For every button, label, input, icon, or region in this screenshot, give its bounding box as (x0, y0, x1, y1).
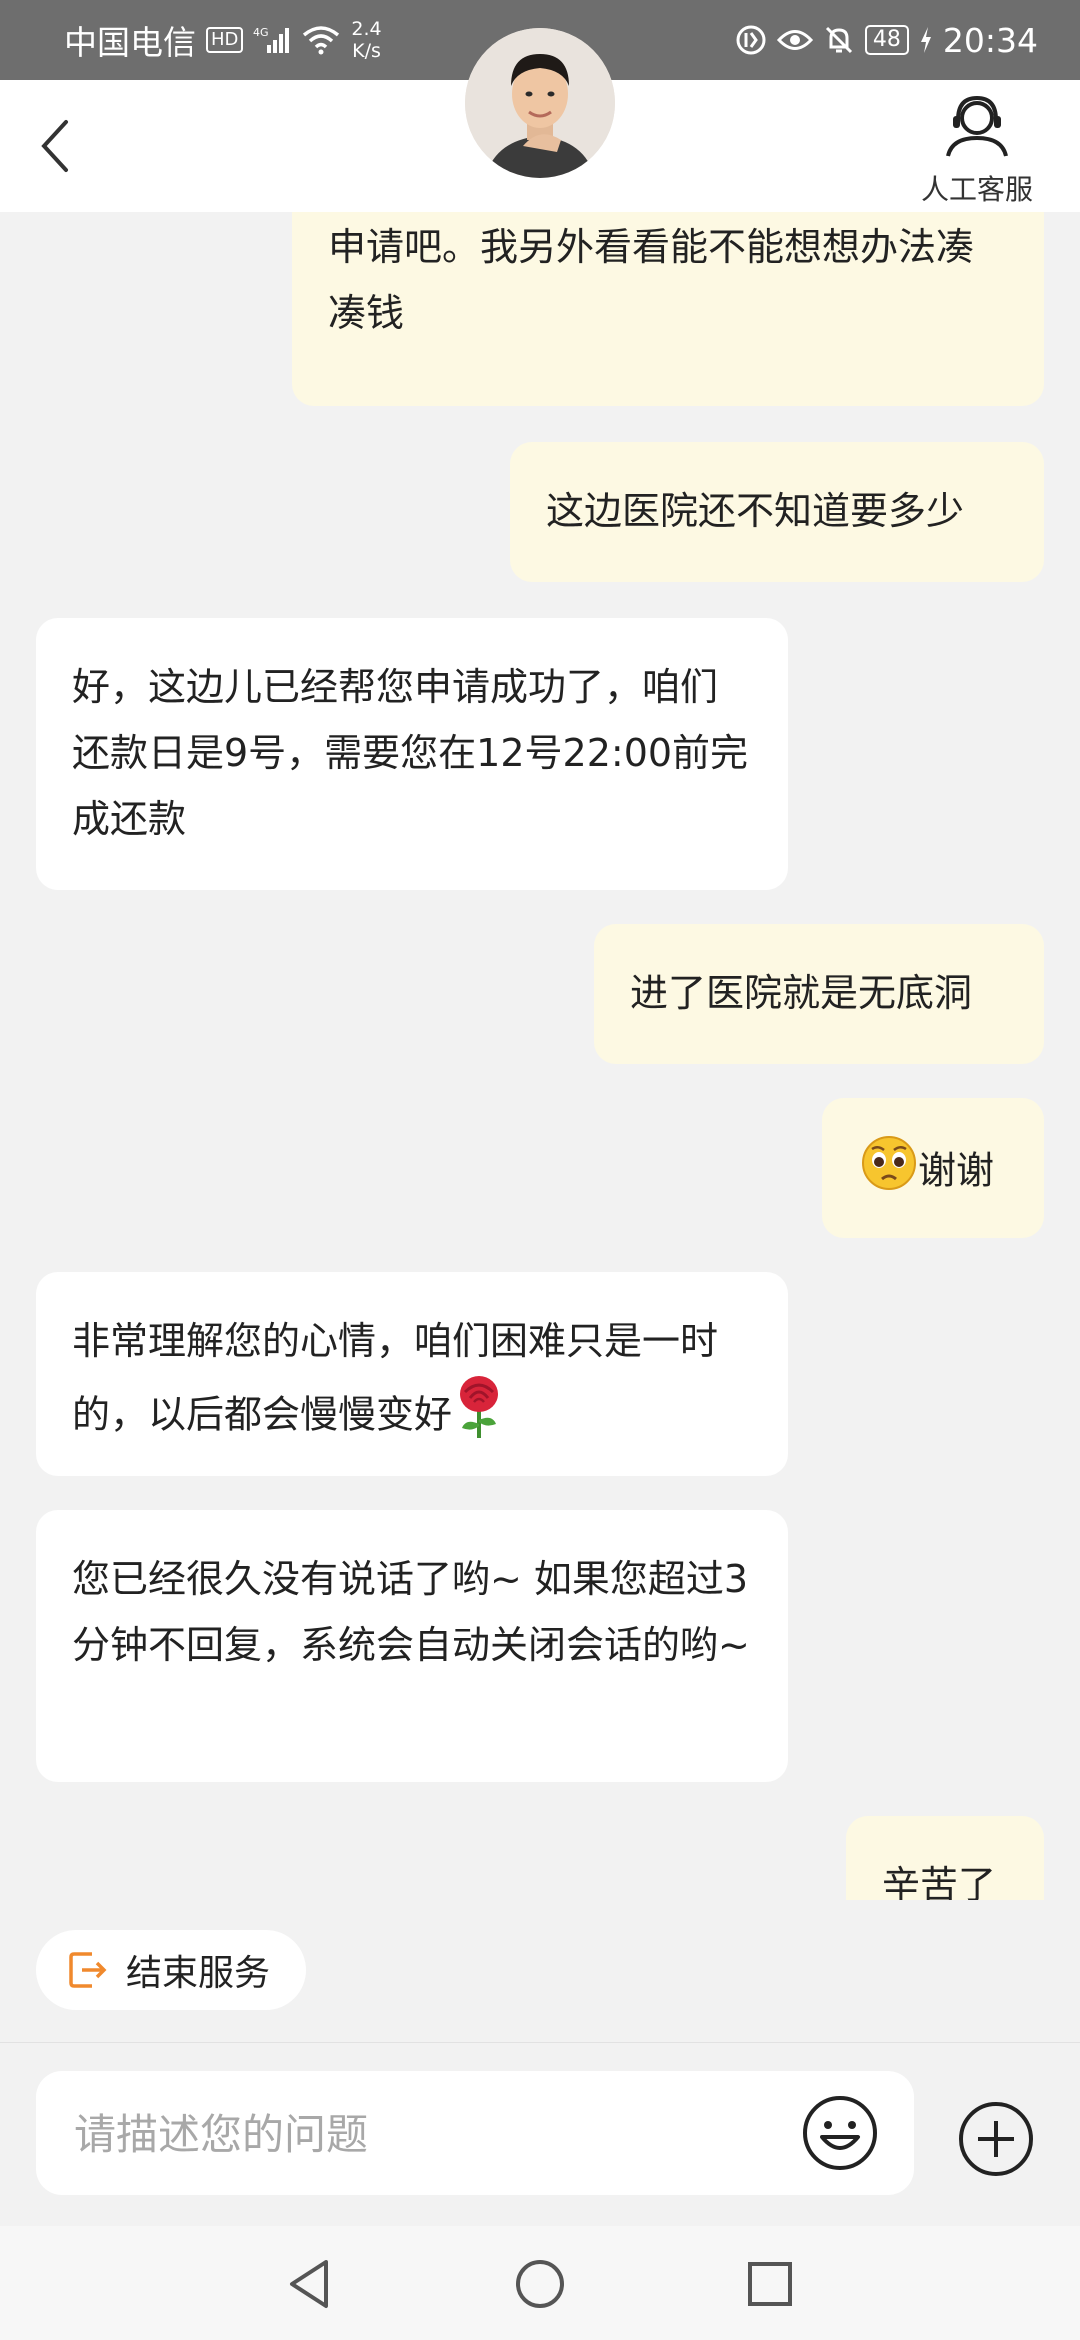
svg-text:4G: 4G (253, 26, 269, 39)
message-text: 非常理解您的心情，咱们困难只是一时的，以后都会慢慢变好 (72, 1319, 719, 1437)
agent-portrait-image (465, 28, 615, 178)
plus-circle-icon (959, 2102, 1033, 2176)
end-service-button[interactable]: 结束服务 (36, 1930, 307, 2010)
eye-icon (776, 27, 813, 53)
hd-badge: HD (206, 27, 244, 53)
headset-agent-icon (946, 95, 1008, 157)
mute-bell-icon (823, 24, 855, 56)
carrier-name: 中国电信 (64, 23, 196, 62)
clock: 20:34 (942, 20, 1038, 60)
human-service-label: 人工客服 (920, 173, 1033, 206)
message-text: 辛苦了 (882, 1863, 997, 1900)
agent-message-bubble: 您已经很久没有说话了哟~ 如果您超过3分钟不回复，系统会自动关闭会话的哟~ (36, 1510, 788, 1782)
data-saver-icon (735, 24, 767, 56)
smiley-icon (803, 2096, 877, 2170)
signal-icon: 4G (253, 25, 291, 55)
message-text: 进了医院就是无底洞 (630, 971, 973, 1015)
user-message-bubble: 辛苦了 (846, 1816, 1044, 1900)
message-text: 谢谢 (918, 1148, 995, 1193)
square-recents-icon (748, 2262, 792, 2306)
agent-message-bubble: 非常理解您的心情，咱们困难只是一时的，以后都会慢慢变好 (36, 1272, 788, 1476)
pleading-face-emoji (860, 1134, 918, 1212)
nav-back-button[interactable] (282, 2256, 338, 2312)
exit-icon (69, 1952, 107, 1988)
user-message-bubble: 谢谢 (822, 1098, 1044, 1238)
nav-home-button[interactable] (512, 2256, 568, 2312)
message-text: 这边医院还不知道要多少 (546, 489, 965, 533)
message-input[interactable] (72, 2071, 796, 2197)
message-text: 您已经很久没有说话了哟~ 如果您超过3分钟不回复，系统会自动关闭会话的哟~ (72, 1557, 750, 1667)
message-input-bar (0, 2042, 1080, 2227)
circle-home-icon (516, 2260, 564, 2308)
agent-message-bubble: 好，这边儿已经帮您申请成功了，咱们还款日是9号，需要您在12号22:00前完成还… (36, 618, 788, 890)
emoji-button[interactable] (800, 2093, 880, 2173)
triangle-back-icon (290, 2260, 328, 2308)
message-input-container (36, 2071, 914, 2197)
rose-emoji (452, 1374, 506, 1460)
human-service-button[interactable]: 人工客服 (912, 92, 1042, 207)
more-actions-button[interactable] (956, 2099, 1036, 2179)
user-message-bubble: 申请吧。我另外看看能不能想想办法凑凑钱 (292, 212, 1044, 406)
chat-message-list[interactable]: 申请吧。我另外看看能不能想想办法凑凑钱 这边医院还不知道要多少 好，这边儿已经帮… (0, 212, 1080, 1900)
agent-avatar[interactable] (465, 28, 615, 178)
user-message-bubble: 进了医院就是无底洞 (594, 924, 1044, 1064)
charging-icon (919, 26, 933, 54)
message-text: 申请吧。我另外看看能不能想想办法凑凑钱 (328, 225, 975, 335)
message-text: 好，这边儿已经帮您申请成功了，咱们还款日是9号，需要您在12号22:00前完成还… (72, 665, 749, 841)
end-service-label: 结束服务 (126, 1953, 271, 1994)
network-speed: 2.4 K/s (351, 18, 382, 62)
system-navigation-bar (0, 2226, 1080, 2340)
back-button[interactable] (30, 114, 86, 178)
chevron-left-icon (41, 120, 68, 172)
battery-indicator: 48 (864, 25, 909, 55)
nav-recents-button[interactable] (742, 2256, 798, 2312)
user-message-bubble: 这边医院还不知道要多少 (510, 442, 1044, 582)
wifi-icon (301, 25, 341, 55)
